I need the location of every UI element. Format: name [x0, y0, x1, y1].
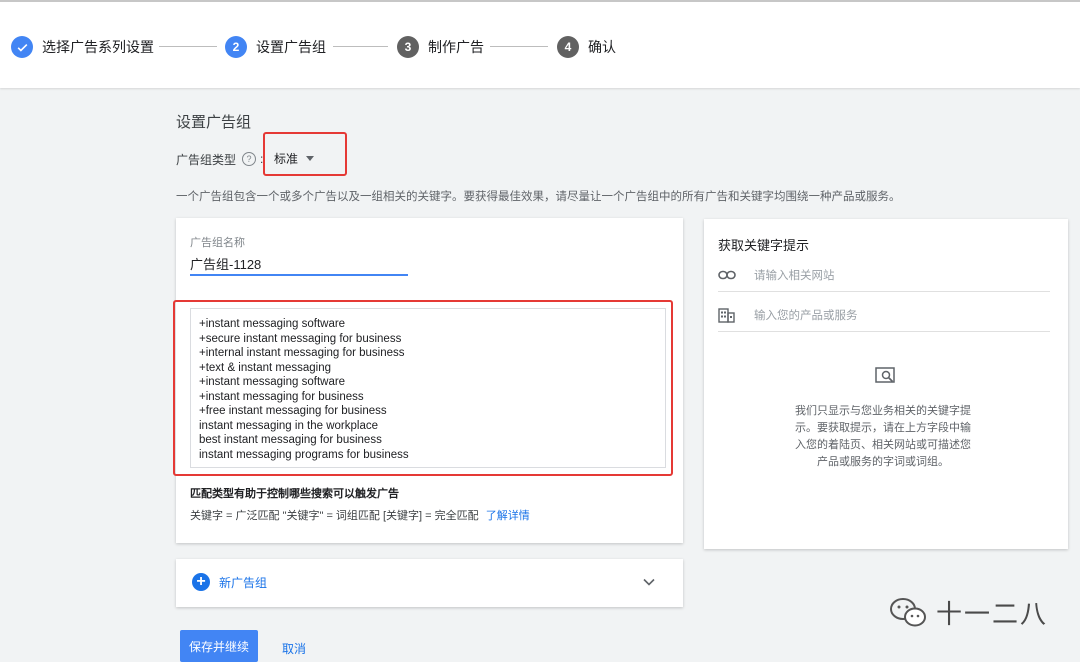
step-4-number: 4	[557, 36, 579, 58]
adgroup-name-label: 广告组名称	[190, 237, 245, 249]
check-icon	[11, 36, 33, 58]
info-line: 我们只显示与您业务相关的关键字提	[795, 405, 971, 417]
save-continue-button[interactable]: 保存并继续	[180, 630, 258, 662]
adgroup-type-label: 广告组类型	[176, 152, 237, 167]
page-title: 设置广告组	[176, 114, 252, 131]
adgroup-type-row: 广告组类型 ? :	[176, 150, 263, 168]
search-page-icon	[875, 367, 897, 392]
watermark-text: 十一二八	[936, 599, 1049, 629]
watermark: 十一二八	[888, 594, 1048, 631]
info-line: 示。要获取提示，请在上方字段中输	[795, 422, 971, 434]
website-input[interactable]: 请输入相关网站	[718, 259, 1050, 292]
highlight-box	[263, 132, 347, 176]
highlight-box	[173, 300, 673, 476]
step-connector	[333, 46, 388, 47]
step-connector	[159, 46, 217, 47]
step-3-number: 3	[397, 36, 419, 58]
match-type-text: 关键字 = 广泛匹配 "关键字" = 词组匹配 [关键字] = 完全匹配	[190, 510, 479, 522]
new-adgroup-button[interactable]: + 新广告组	[192, 573, 267, 591]
stepper-bar: 选择广告系列设置 2 设置广告组 3 制作广告 4 确认	[0, 0, 1080, 88]
step-3[interactable]: 3 制作广告	[397, 36, 484, 58]
cancel-button[interactable]: 取消	[282, 640, 306, 657]
product-input[interactable]: 输入您的产品或服务	[718, 299, 1050, 332]
step-2-label: 设置广告组	[256, 39, 326, 55]
adgroup-name-input[interactable]	[190, 252, 408, 276]
wechat-icon	[890, 597, 926, 626]
info-line: 入您的着陆页、相关网站或可描述您	[795, 439, 971, 451]
learn-more-link[interactable]: 了解详情	[486, 510, 530, 522]
help-icon[interactable]: ?	[242, 152, 257, 166]
add-icon: +	[192, 573, 210, 591]
product-placeholder: 输入您的产品或服务	[754, 310, 858, 322]
step-2[interactable]: 2 设置广告组	[225, 36, 326, 58]
link-icon	[718, 270, 740, 280]
info-line: 产品或服务的字词或词组。	[817, 456, 949, 468]
building-icon	[718, 307, 740, 323]
match-type-title: 匹配类型有助于控制哪些搜索可以触发广告	[190, 488, 399, 500]
keyword-ideas-info: 我们只显示与您业务相关的关键字提 示。要获取提示，请在上方字段中输 入您的着陆页…	[772, 403, 994, 471]
step-1[interactable]: 选择广告系列设置	[11, 36, 154, 58]
step-1-label: 选择广告系列设置	[42, 39, 154, 55]
chevron-down-icon[interactable]	[642, 574, 656, 592]
keyword-ideas-title: 获取关键字提示	[718, 238, 810, 253]
step-4-label: 确认	[588, 39, 616, 55]
step-connector	[490, 46, 548, 47]
match-type-description: 关键字 = 广泛匹配 "关键字" = 词组匹配 [关键字] = 完全匹配 了解详…	[190, 507, 530, 523]
website-placeholder: 请输入相关网站	[754, 270, 835, 282]
new-adgroup-label: 新广告组	[219, 575, 268, 590]
step-4[interactable]: 4 确认	[557, 36, 616, 58]
step-2-number: 2	[225, 36, 247, 58]
step-3-label: 制作广告	[428, 39, 484, 55]
adgroup-description: 一个广告组包含一个或多个广告以及一组相关的关键字。要获得最佳效果，请尽量让一个广…	[176, 191, 901, 203]
